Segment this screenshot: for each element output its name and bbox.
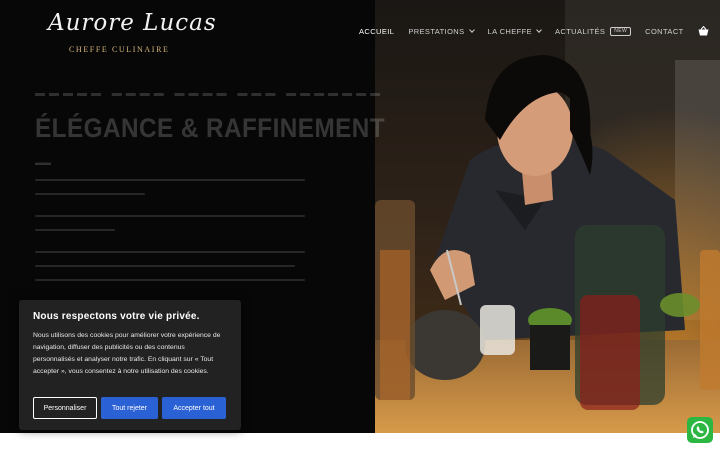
cookie-consent-dialog: Nous respectons votre vie privée. Nous u… — [19, 300, 241, 430]
nav-item-prestations[interactable]: PRESTATIONS — [408, 26, 475, 36]
cookie-title: Nous respectons votre vie privée. — [33, 311, 200, 322]
hero-text-line — [35, 251, 305, 253]
reject-all-button[interactable]: Tout rejeter — [101, 397, 158, 419]
logo-script-text: Aurore Lucas — [48, 10, 217, 36]
nav-label: CONTACT — [645, 26, 684, 36]
chef-photo — [375, 0, 720, 433]
nav-label: LA CHEFFE — [487, 26, 532, 36]
nav-label: PRESTATIONS — [408, 26, 465, 36]
hero-text-line — [35, 229, 115, 231]
chevron-down-icon — [536, 26, 542, 33]
nav-item-la-cheffe[interactable]: LA CHEFFE — [487, 26, 542, 36]
hero-text-block: ▬▬▬▬▬ ▬▬▬▬ ▬▬▬▬ ▬▬▬ ▬▬▬▬▬▬▬ ÉLÉGANCE & R… — [35, 88, 386, 281]
nav-item-accueil[interactable]: ACCUEIL — [359, 27, 394, 36]
accept-all-button[interactable]: Accepter tout — [162, 397, 226, 419]
hero-text-line — [35, 179, 305, 181]
cookie-description: Nous utilisons des cookies pour améliore… — [33, 332, 221, 375]
nav-item-contact[interactable]: CONTACT — [645, 27, 684, 36]
new-badge: NEW — [610, 26, 632, 36]
nav-label: ACCUEIL — [359, 26, 395, 36]
hero-text-line — [35, 193, 145, 195]
site-logo[interactable]: Aurore Lucas CHEFFE CULINAIRE — [48, 10, 216, 56]
whatsapp-icon[interactable] — [687, 417, 713, 443]
main-nav: ACCUEIL PRESTATIONS LA CHEFFE ACTUALITÉS… — [359, 25, 709, 36]
hero-text-line — [35, 215, 305, 217]
logo-subtitle: CHEFFE CULINAIRE — [69, 45, 170, 54]
site-header: Aurore Lucas CHEFFE CULINAIRE ACCUEIL PR… — [0, 0, 720, 62]
cookie-buttons: Personnaliser Tout rejeter Accepter tout — [33, 397, 226, 419]
hero-eyebrow: ▬▬▬▬▬ ▬▬▬▬ ▬▬▬▬ ▬▬▬ ▬▬▬▬▬▬▬ — [35, 88, 385, 99]
nav-label: ACTUALITÉS — [554, 26, 606, 36]
basket-icon[interactable] — [698, 25, 709, 36]
hero-text-line — [35, 265, 295, 267]
chevron-down-icon — [468, 26, 475, 33]
hero-small-text: ▬▬ — [35, 158, 51, 167]
hero-title: ÉLÉGANCE & RAFFINEMENT — [35, 113, 386, 143]
hero-text-line — [35, 279, 305, 281]
nav-item-actualites[interactable]: ACTUALITÉS NEW — [554, 26, 632, 36]
customize-button[interactable]: Personnaliser — [33, 397, 97, 419]
